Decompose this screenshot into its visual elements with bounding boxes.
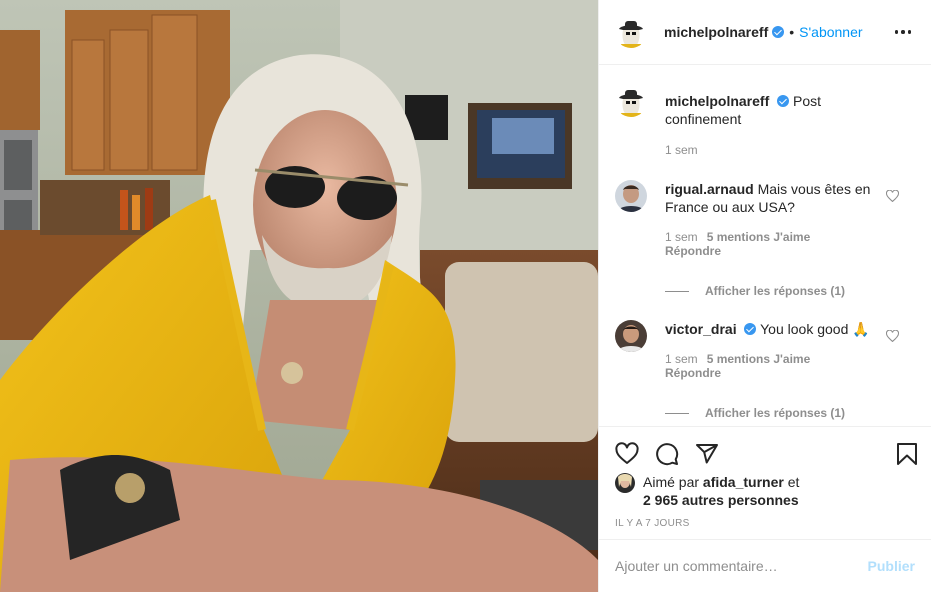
- reply-button[interactable]: Répondre: [665, 244, 889, 258]
- commenter-avatar[interactable]: [615, 180, 647, 212]
- comment-like-heart-icon[interactable]: [886, 190, 899, 202]
- comment-username[interactable]: victor_drai: [665, 321, 737, 337]
- comment-text: victor_drai You look good 🙏: [665, 320, 889, 338]
- caption-time[interactable]: 1 sem: [665, 143, 889, 157]
- reply-button[interactable]: Répondre: [665, 366, 889, 380]
- likes-text: Aimé par afida_turner et 2 965 autres pe…: [643, 474, 800, 508]
- likes-summary: Aimé par afida_turner et 2 965 autres pe…: [599, 473, 931, 509]
- likes-count[interactable]: 2 965 autres personnes: [643, 492, 799, 508]
- comment-meta: 1 sem 5 mentions J'aime: [665, 352, 889, 366]
- replies-divider-line: [665, 412, 689, 414]
- post-side-panel: michelpolnareff • S'abonner michelpolnar…: [598, 0, 931, 592]
- caption-text: michelpolnareff Post confinement: [665, 92, 889, 128]
- comment-text: rigual.arnaud Mais vous êtes en France o…: [665, 180, 889, 216]
- post-date[interactable]: IL Y A 7 JOURS: [599, 518, 931, 529]
- action-bar: [599, 427, 931, 471]
- view-replies-button[interactable]: Afficher les réponses (1): [665, 284, 889, 298]
- more-options-icon[interactable]: [891, 20, 915, 44]
- add-comment-bar: Publier: [599, 539, 931, 592]
- caption-item: michelpolnareff Post confinement 1 sem: [615, 85, 915, 157]
- comment-like-heart-icon[interactable]: [886, 330, 899, 342]
- share-icon[interactable]: [695, 442, 719, 466]
- comment-item: rigual.arnaud Mais vous êtes en France o…: [615, 180, 915, 298]
- comment-username[interactable]: rigual.arnaud: [665, 181, 754, 197]
- comment-input[interactable]: [615, 558, 868, 574]
- post-photo[interactable]: [0, 0, 598, 592]
- caption-username[interactable]: michelpolnareff: [665, 93, 769, 109]
- comment-meta: 1 sem 5 mentions J'aime: [665, 230, 889, 244]
- bookmark-icon[interactable]: [895, 442, 919, 466]
- comment-body: You look good 🙏: [760, 321, 870, 337]
- post-actions-area: Aimé par afida_turner et 2 965 autres pe…: [599, 426, 931, 539]
- verified-badge-icon: [777, 95, 790, 107]
- header-username[interactable]: michelpolnareff: [664, 24, 768, 40]
- author-avatar[interactable]: [615, 85, 647, 117]
- verified-badge-icon: [772, 26, 785, 38]
- comment-item: victor_drai You look good 🙏 1 sem 5 menti…: [615, 320, 915, 420]
- separator-dot: •: [789, 24, 795, 40]
- view-replies-button[interactable]: Afficher les réponses (1): [665, 406, 889, 420]
- comments-list[interactable]: michelpolnareff Post confinement 1 sem r…: [599, 66, 931, 426]
- liker-username[interactable]: afida_turner: [703, 474, 784, 490]
- replies-divider-line: [665, 290, 689, 292]
- author-avatar[interactable]: [615, 16, 647, 48]
- view-replies-label: Afficher les réponses (1): [705, 284, 846, 298]
- comment-icon[interactable]: [655, 442, 679, 466]
- heart-icon[interactable]: [615, 442, 639, 466]
- post-header: michelpolnareff • S'abonner: [599, 0, 931, 65]
- comment-time[interactable]: 1 sem: [665, 352, 698, 366]
- comment-time[interactable]: 1 sem: [665, 230, 698, 244]
- comment-likes[interactable]: 5 mentions J'aime: [707, 230, 811, 244]
- verified-badge-icon: [744, 323, 757, 335]
- commenter-avatar[interactable]: [615, 320, 647, 352]
- view-replies-label: Afficher les réponses (1): [705, 406, 846, 420]
- publish-button[interactable]: Publier: [868, 558, 915, 574]
- follow-button[interactable]: S'abonner: [799, 24, 862, 40]
- comment-likes[interactable]: 5 mentions J'aime: [707, 352, 811, 366]
- liker-avatar[interactable]: [615, 473, 635, 493]
